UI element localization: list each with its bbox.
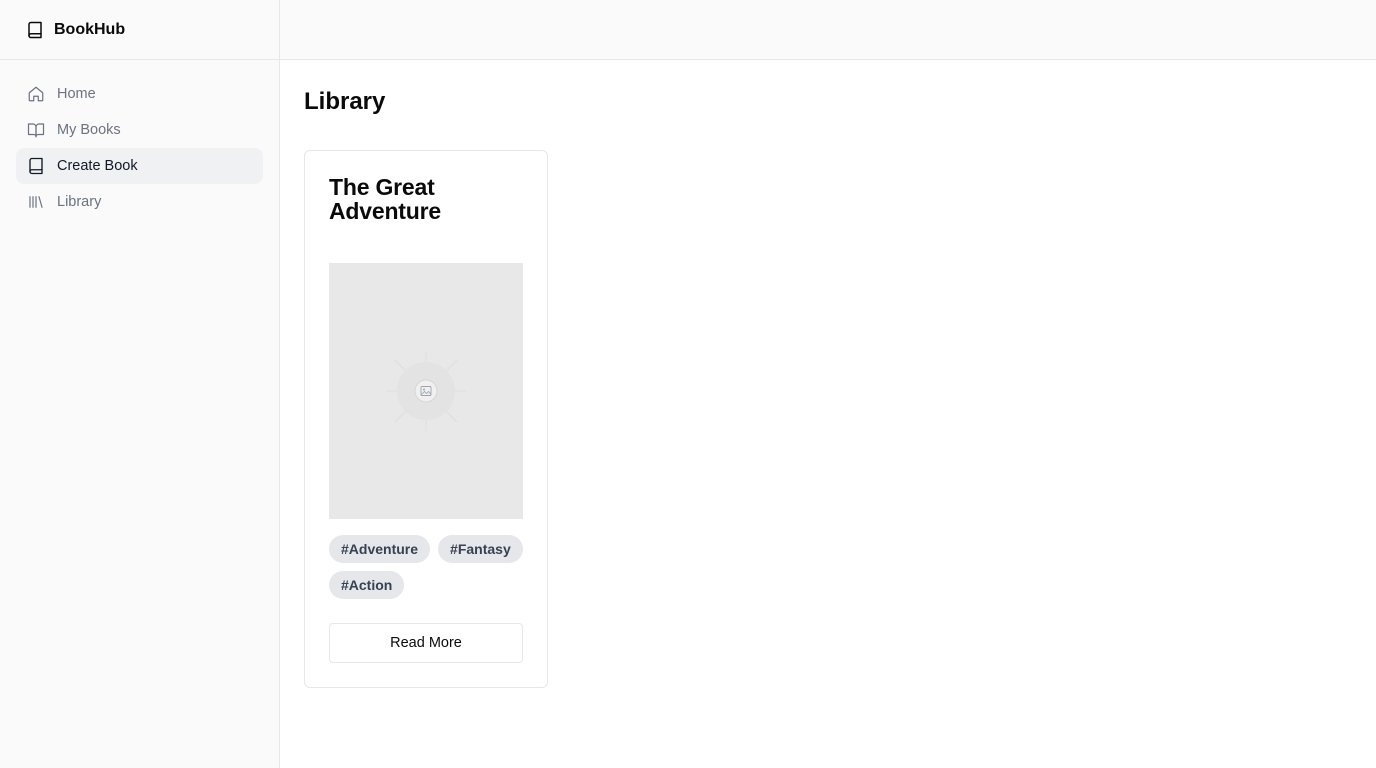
brand-name: BookHub xyxy=(54,20,126,38)
book-cover[interactable] xyxy=(329,263,523,519)
top-bar xyxy=(280,0,1376,60)
book-icon xyxy=(26,21,44,39)
sidebar-item-label: My Books xyxy=(57,122,121,138)
sidebar-item-library[interactable]: Library xyxy=(16,184,263,220)
brand[interactable]: BookHub xyxy=(0,0,279,60)
tag-chip[interactable]: #Action xyxy=(329,571,405,599)
tag-chip[interactable]: #Fantasy xyxy=(438,535,523,563)
app-shell: BookHub Home My Books Create Book Librar… xyxy=(0,0,1376,768)
sidebar-item-label: Library xyxy=(57,194,102,210)
tag-list: #Adventure #Fantasy #Action xyxy=(329,535,523,599)
library-icon xyxy=(27,193,45,211)
home-icon xyxy=(27,85,45,103)
tag-chip[interactable]: #Adventure xyxy=(329,535,431,563)
sidebar: BookHub Home My Books Create Book Librar… xyxy=(0,0,280,768)
sidebar-item-label: Create Book xyxy=(57,158,138,174)
image-placeholder-icon xyxy=(386,351,466,431)
content: Library The Great Adventure #Adventure #… xyxy=(280,60,1376,712)
book-open-icon xyxy=(27,121,45,139)
book-icon xyxy=(27,157,45,175)
read-more-button[interactable]: Read More xyxy=(329,623,523,663)
sidebar-item-create-book[interactable]: Create Book xyxy=(16,148,263,184)
sidebar-item-my-books[interactable]: My Books xyxy=(16,112,263,148)
book-title: The Great Adventure xyxy=(329,174,441,224)
sidebar-nav: Home My Books Create Book Library xyxy=(0,60,279,236)
page-title: Library xyxy=(304,88,386,115)
sidebar-item-home[interactable]: Home xyxy=(16,76,263,112)
main-area: Library The Great Adventure #Adventure #… xyxy=(280,0,1376,768)
book-card: The Great Adventure #Adventure #Fantasy … xyxy=(304,150,548,688)
sidebar-item-label: Home xyxy=(57,86,96,102)
